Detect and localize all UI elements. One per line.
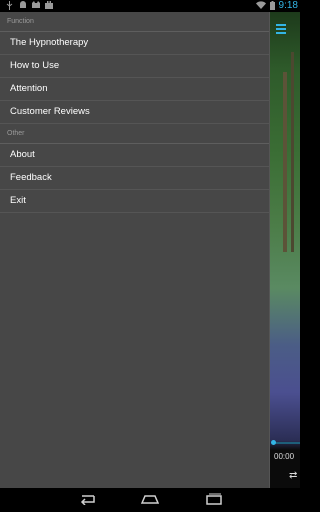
notification-icons <box>6 0 53 10</box>
wifi-icon <box>255 1 266 11</box>
menu-item-about[interactable]: About <box>0 144 269 167</box>
home-icon[interactable] <box>140 493 160 507</box>
menu-icon[interactable] <box>276 24 286 36</box>
playback-time: 00:00 <box>274 452 295 461</box>
background-forest-image: 00:00 ⇄ <box>269 12 300 488</box>
recents-icon[interactable] <box>204 493 224 507</box>
system-icons: 9:18 <box>255 0 298 12</box>
menu-item-customer-reviews[interactable]: Customer Reviews <box>0 101 269 124</box>
cat-icon <box>32 1 40 9</box>
clock: 9:18 <box>278 0 298 11</box>
menu-item-exit[interactable]: Exit <box>0 190 269 213</box>
menu-item-feedback[interactable]: Feedback <box>0 167 269 190</box>
navigation-drawer: Function The Hypnotherapy How to Use Att… <box>0 12 270 488</box>
tree-trunk <box>283 72 287 252</box>
usb-icon <box>6 1 13 10</box>
system-nav-bar <box>0 488 300 512</box>
menu-item-hypnotherapy[interactable]: The Hypnotherapy <box>0 32 269 55</box>
android-debug-icon <box>19 1 26 9</box>
menu-item-how-to-use[interactable]: How to Use <box>0 55 269 78</box>
status-bar: 9:18 <box>0 0 300 12</box>
repeat-icon[interactable]: ⇄ <box>289 470 297 481</box>
back-icon[interactable] <box>77 493 97 507</box>
menu-item-attention[interactable]: Attention <box>0 78 269 101</box>
battery-icon <box>269 0 275 12</box>
section-header-function: Function <box>0 12 269 32</box>
tree-trunk <box>291 52 294 252</box>
section-header-other: Other <box>0 124 269 144</box>
playback-progress-bar[interactable] <box>271 440 300 445</box>
briefcase-icon <box>45 0 53 9</box>
